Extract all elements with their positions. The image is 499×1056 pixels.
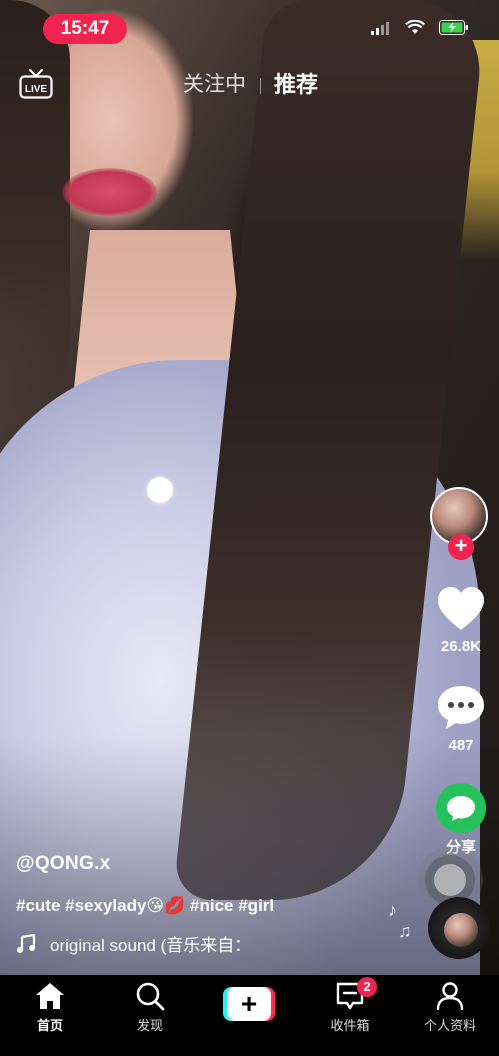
nav-home-label: 首页 bbox=[36, 1018, 63, 1033]
tab-following[interactable]: 关注中 bbox=[183, 70, 246, 100]
nav-discover-label: 发现 bbox=[136, 1018, 163, 1033]
nav-discover[interactable]: 发现 bbox=[110, 981, 190, 1034]
music-notes-icon: ♪ ♫ bbox=[388, 900, 412, 941]
tab-divider bbox=[260, 78, 261, 94]
battery-charging-icon bbox=[439, 20, 468, 35]
signal-icon bbox=[371, 21, 389, 35]
share-label: 分享 bbox=[445, 839, 476, 856]
bottom-nav: 首页 发现 + 收件箱 个人资料 bbox=[0, 975, 499, 1056]
nav-profile-label: 个人资料 bbox=[423, 1018, 476, 1033]
top-tabs: 关注中 推荐 bbox=[0, 70, 499, 100]
status-time: 15:47 bbox=[43, 14, 127, 44]
video-hair-left bbox=[0, 0, 70, 420]
music-row[interactable]: original sound (音乐来自： bbox=[16, 931, 251, 956]
video-player[interactable] bbox=[0, 0, 499, 975]
creator-username[interactable]: @QONG.x bbox=[16, 853, 111, 875]
music-disc-cover bbox=[442, 911, 480, 949]
nav-inbox[interactable]: 收件箱 bbox=[310, 981, 390, 1034]
music-title: original sound (音乐来自： bbox=[50, 936, 252, 955]
music-note-icon bbox=[17, 933, 36, 953]
follow-plus-button[interactable]: + bbox=[448, 534, 474, 560]
home-icon bbox=[36, 983, 64, 1009]
status-icons bbox=[371, 20, 469, 35]
nav-profile[interactable]: 个人资料 bbox=[410, 981, 490, 1034]
tab-recommend[interactable]: 推荐 bbox=[274, 70, 318, 100]
comment-count: 487 bbox=[448, 737, 474, 754]
video-lips bbox=[62, 168, 157, 216]
video-pendant bbox=[147, 477, 173, 503]
heart-icon[interactable] bbox=[436, 586, 486, 632]
wechat-share-icon bbox=[447, 796, 475, 821]
inbox-badge: 2 bbox=[357, 977, 377, 997]
hashtags[interactable]: #cute #sexylady😘💋 #nice #girl bbox=[16, 896, 274, 916]
like-count: 26.8K bbox=[440, 638, 482, 655]
create-button[interactable]: + bbox=[223, 987, 275, 1021]
profile-icon bbox=[436, 982, 464, 1011]
nav-inbox-label: 收件箱 bbox=[330, 1018, 370, 1033]
create-plus-icon: + bbox=[227, 987, 271, 1021]
search-icon bbox=[136, 982, 165, 1011]
comment-icon[interactable] bbox=[436, 684, 486, 730]
share-button[interactable] bbox=[436, 783, 486, 833]
nav-home[interactable]: 首页 bbox=[10, 981, 90, 1034]
wifi-icon bbox=[405, 20, 425, 34]
